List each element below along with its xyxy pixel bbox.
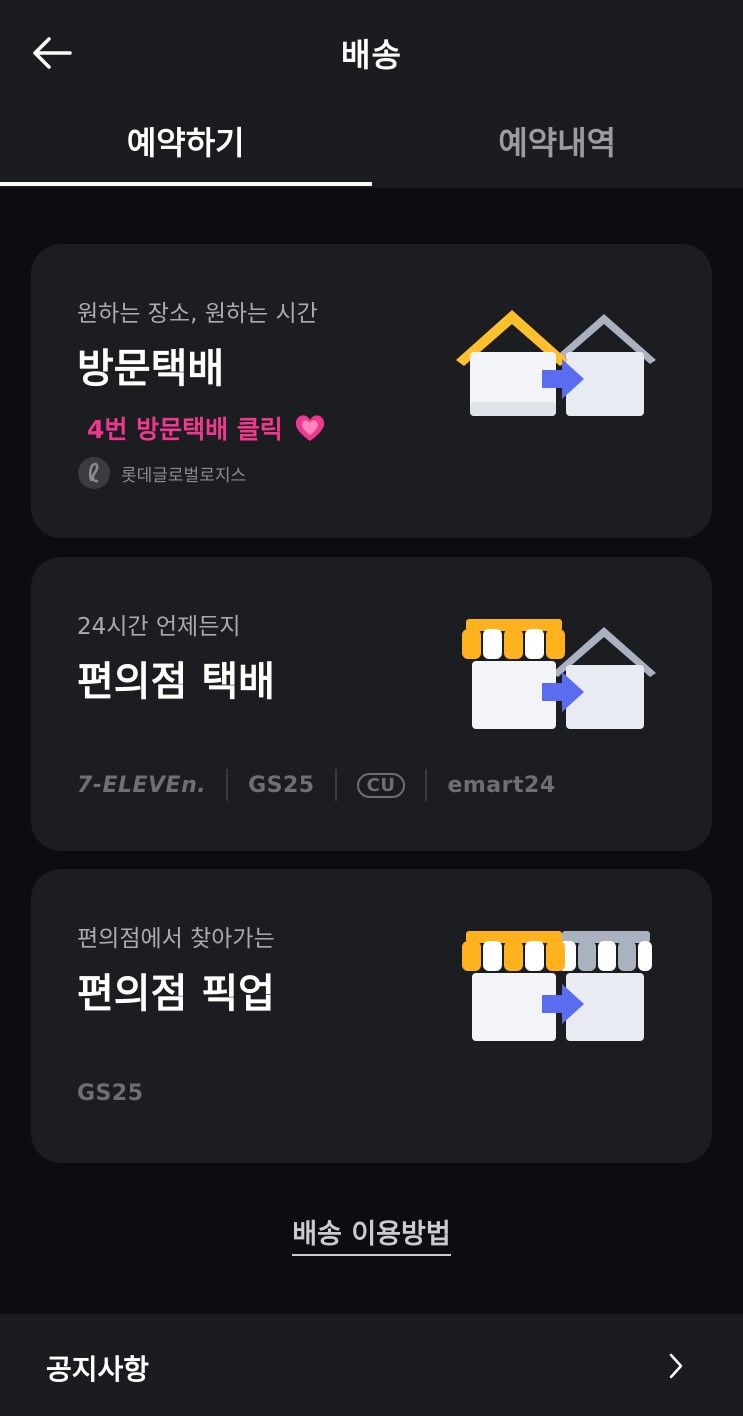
carrier-name: 롯데글로벌로지스	[121, 465, 247, 486]
brand-cu: CU	[356, 772, 406, 798]
promo-label: 4번 방문택배 클릭	[87, 415, 283, 444]
card-subtitle: 편의점에서 찾아가는	[77, 926, 275, 952]
promo-text: 4번 방문택배 클릭	[87, 410, 327, 446]
store-to-house-icon	[462, 619, 656, 729]
top-bar: 배송	[0, 0, 743, 100]
notice-label: 공지사항	[46, 1353, 150, 1386]
chevron-right-icon	[669, 1353, 683, 1379]
carrier-info: 롯데글로벌로지스	[77, 456, 246, 490]
heart-icon	[295, 415, 325, 441]
convenience-pickup-card[interactable]: 편의점에서 찾아가는 편의점 픽업 GS25	[31, 869, 712, 1163]
brand-gs25: GS25	[77, 1081, 144, 1106]
brand-list: 7-ELEVEn. GS25 CU emart24	[77, 769, 556, 801]
divider	[226, 769, 229, 801]
divider	[334, 769, 337, 801]
card-subtitle: 24시간 언제든지	[77, 614, 241, 640]
brand-list: GS25	[77, 1081, 144, 1106]
visit-delivery-card[interactable]: 원하는 장소, 원하는 시간 방문택배 4번 방문택배 클릭 롯데글로벌로지스	[31, 244, 712, 538]
brand-7eleven: 7-ELEVEn.	[77, 772, 207, 798]
notice-row[interactable]: 공지사항	[0, 1314, 743, 1416]
guide-link-container: 배송 이용방법	[0, 1212, 743, 1256]
brand-emart24: emart24	[447, 772, 556, 798]
card-title: 방문택배	[77, 346, 225, 392]
divider	[425, 769, 428, 801]
card-title: 편의점 택배	[77, 659, 275, 705]
tab-history[interactable]: 예약내역	[372, 100, 743, 188]
house-to-house-icon	[456, 310, 656, 416]
page-title: 배송	[341, 36, 402, 74]
guide-link[interactable]: 배송 이용방법	[292, 1219, 451, 1256]
tab-reserve[interactable]: 예약하기	[0, 100, 372, 188]
convenience-delivery-card[interactable]: 24시간 언제든지 편의점 택배 7-ELEVEn. GS25 CU emart…	[31, 557, 712, 851]
lotte-logo-icon	[78, 457, 110, 489]
card-title: 편의점 픽업	[77, 971, 275, 1017]
card-subtitle: 원하는 장소, 원하는 시간	[77, 301, 318, 327]
tab-bar: 예약하기 예약내역	[0, 100, 743, 188]
brand-gs25: GS25	[248, 772, 315, 798]
store-to-store-icon	[462, 931, 652, 1041]
